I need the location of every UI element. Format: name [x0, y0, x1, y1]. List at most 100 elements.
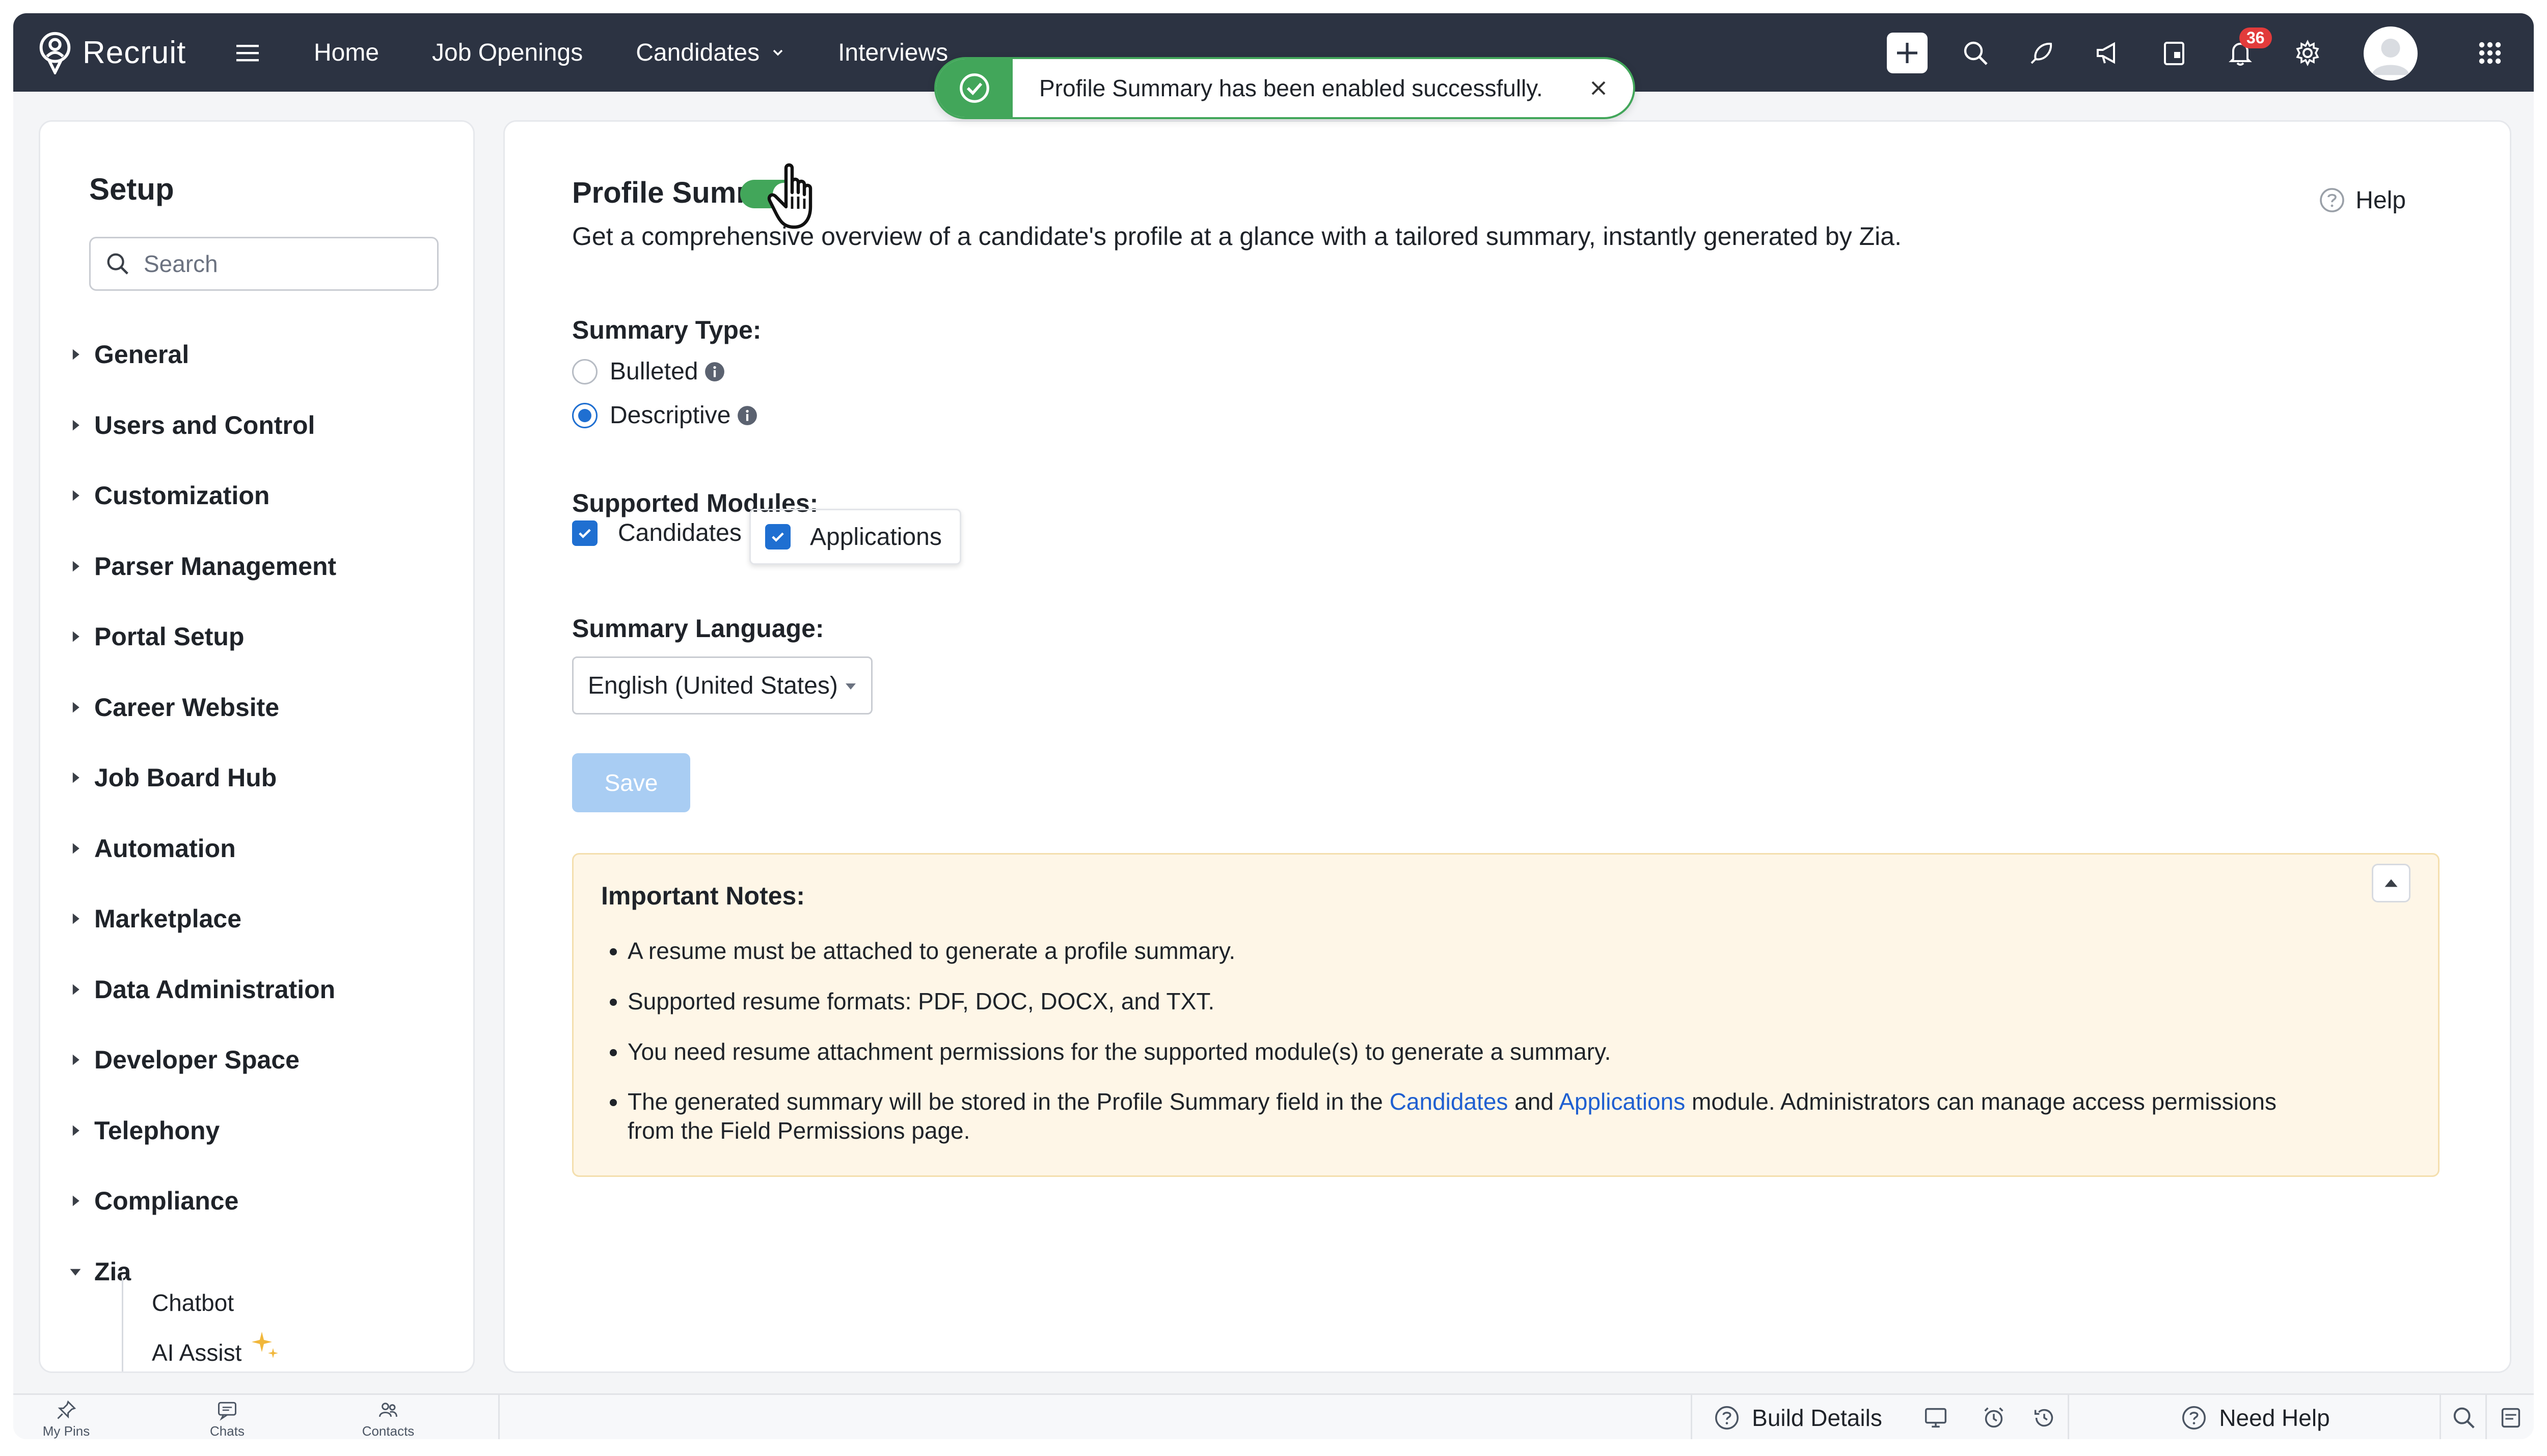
- bottom-search-button[interactable]: [2440, 1395, 2487, 1439]
- sidebar-subitem-label: Chatbot: [152, 1289, 234, 1316]
- nav-job-openings[interactable]: Job Openings: [432, 39, 583, 67]
- sidebar-item-developer-space[interactable]: Developer Space: [69, 1025, 336, 1095]
- sidebar-item-label: Automation: [94, 834, 236, 863]
- summary-language-select[interactable]: English (United States): [572, 656, 873, 715]
- brand[interactable]: Recruit: [35, 31, 186, 74]
- sidebar-item-label: Developer Space: [94, 1046, 300, 1075]
- list-item: The generated summary will be stored in …: [628, 1087, 2309, 1145]
- search-icon: [2453, 1407, 2475, 1428]
- checkbox-applications[interactable]: Applications: [749, 509, 961, 565]
- caret-right-icon: [72, 420, 79, 431]
- profile-summary-panel: Profile Summary Help Get a comprehensive…: [503, 120, 2511, 1373]
- sidebar-search[interactable]: [89, 237, 439, 291]
- summary-type-label: Summary Type:: [572, 316, 762, 344]
- info-icon[interactable]: [704, 361, 725, 382]
- caret-down-icon: [70, 1269, 81, 1276]
- build-details-button[interactable]: Build Details: [1691, 1395, 1903, 1439]
- sidebar-item-career-website[interactable]: Career Website: [69, 672, 336, 743]
- sidebar-search-input[interactable]: [143, 250, 430, 278]
- tab-chats[interactable]: Chats: [186, 1399, 268, 1439]
- toast-message: Profile Summary has been enabled success…: [1039, 75, 1543, 101]
- sidebar-item-label: Parser Management: [94, 552, 337, 581]
- settings-button[interactable]: [2289, 35, 2326, 71]
- sidebar-subitem-ai-assist[interactable]: AI Assist: [152, 1328, 279, 1371]
- grid-icon: [2479, 42, 2501, 64]
- close-icon[interactable]: [1588, 78, 1609, 98]
- help-link[interactable]: Help: [2318, 186, 2406, 214]
- nav-interviews[interactable]: Interviews: [838, 39, 948, 67]
- history-button[interactable]: [2019, 1395, 2069, 1439]
- checkbox[interactable]: [765, 524, 791, 550]
- sidebar-item-label: Data Administration: [94, 975, 336, 1004]
- sidebar-item-label: Telephony: [94, 1116, 220, 1145]
- notifications-button[interactable]: 36: [2222, 28, 2272, 71]
- applications-link[interactable]: Applications: [1559, 1088, 1685, 1115]
- need-help-label: Need Help: [2219, 1405, 2330, 1431]
- rocket-icon: [2030, 42, 2052, 64]
- sidebar-item-automation[interactable]: Automation: [69, 813, 336, 884]
- save-button[interactable]: Save: [572, 753, 690, 812]
- tab-label: My Pins: [42, 1423, 90, 1439]
- caret-right-icon: [72, 490, 79, 501]
- bottom-tabs: My Pins Chats Contacts: [13, 1395, 500, 1439]
- notes-button[interactable]: [2485, 1395, 2534, 1439]
- sidebar-subitem-chatbot[interactable]: Chatbot: [152, 1278, 279, 1328]
- radio-button[interactable]: [572, 359, 598, 384]
- announcements-button[interactable]: [2090, 35, 2126, 71]
- nav-candidates[interactable]: Candidates: [636, 39, 785, 67]
- search-button[interactable]: [1957, 35, 1994, 71]
- candidates-link[interactable]: Candidates: [1390, 1088, 1508, 1115]
- radio-bulleted[interactable]: Bulleted: [572, 358, 725, 386]
- tab-my-pins[interactable]: My Pins: [25, 1399, 107, 1439]
- screen-share-button[interactable]: [1903, 1395, 1968, 1439]
- sidebar-item-parser-management[interactable]: Parser Management: [69, 531, 336, 602]
- collapse-notes-button[interactable]: [2372, 864, 2410, 902]
- sidebar-item-compliance[interactable]: Compliance: [69, 1166, 336, 1237]
- getting-started-button[interactable]: [2023, 35, 2060, 71]
- sidebar-item-users-and-control[interactable]: Users and Control: [69, 390, 336, 461]
- caret-right-icon: [72, 1195, 79, 1206]
- caret-right-icon: [72, 772, 79, 783]
- help-label: Help: [2355, 186, 2406, 214]
- sidebar-item-portal-setup[interactable]: Portal Setup: [69, 601, 336, 672]
- checkbox[interactable]: [572, 520, 598, 546]
- monitor-icon: [1925, 1408, 1947, 1428]
- tab-contacts[interactable]: Contacts: [347, 1399, 429, 1439]
- sidebar-item-label: Compliance: [94, 1187, 239, 1216]
- caret-right-icon: [72, 561, 79, 572]
- sidebar-item-job-board-hub[interactable]: Job Board Hub: [69, 743, 336, 813]
- radio-descriptive[interactable]: Descriptive: [572, 401, 758, 429]
- caret-right-icon: [72, 843, 79, 854]
- check-circle-icon: [960, 73, 989, 103]
- list-item: A resume must be attached to generate a …: [628, 936, 2309, 966]
- note-text: The generated summary will be stored in …: [628, 1088, 1390, 1115]
- radio-button-selected[interactable]: [572, 402, 598, 428]
- sidebar-item-customization[interactable]: Customization: [69, 460, 336, 531]
- summary-language-label: Summary Language:: [572, 614, 824, 643]
- sidebar-menu: General Users and Control Customization …: [69, 319, 336, 1307]
- search-icon: [107, 253, 128, 274]
- checkbox-candidates[interactable]: Candidates: [572, 519, 742, 547]
- setup-title: Setup: [89, 172, 174, 206]
- sidebar-item-label: Career Website: [94, 693, 280, 722]
- quick-create-button[interactable]: [1887, 33, 1928, 73]
- build-details-label: Build Details: [1752, 1405, 1882, 1431]
- need-help-button[interactable]: Need Help: [2068, 1395, 2441, 1439]
- sidebar-item-data-administration[interactable]: Data Administration: [69, 954, 336, 1025]
- app-name: Recruit: [83, 35, 186, 70]
- user-avatar[interactable]: [2364, 26, 2418, 80]
- hamburger-menu-icon[interactable]: [233, 39, 262, 67]
- bottom-bar: My Pins Chats Contacts Build Details Nee…: [13, 1393, 2534, 1439]
- nav-home[interactable]: Home: [314, 39, 379, 67]
- reminders-button[interactable]: [1968, 1395, 2019, 1439]
- info-icon[interactable]: [737, 405, 758, 426]
- pin-icon: [57, 1400, 76, 1419]
- history-icon: [2034, 1409, 2053, 1427]
- sidebar-item-marketplace[interactable]: Marketplace: [69, 884, 336, 954]
- tab-label: Contacts: [362, 1423, 415, 1439]
- sidebar-item-label: Marketplace: [94, 904, 242, 933]
- sidebar-item-general[interactable]: General: [69, 319, 336, 390]
- calendar-button[interactable]: [2156, 35, 2192, 71]
- sidebar-item-telephony[interactable]: Telephony: [69, 1095, 336, 1166]
- apps-menu-button[interactable]: [2472, 35, 2508, 71]
